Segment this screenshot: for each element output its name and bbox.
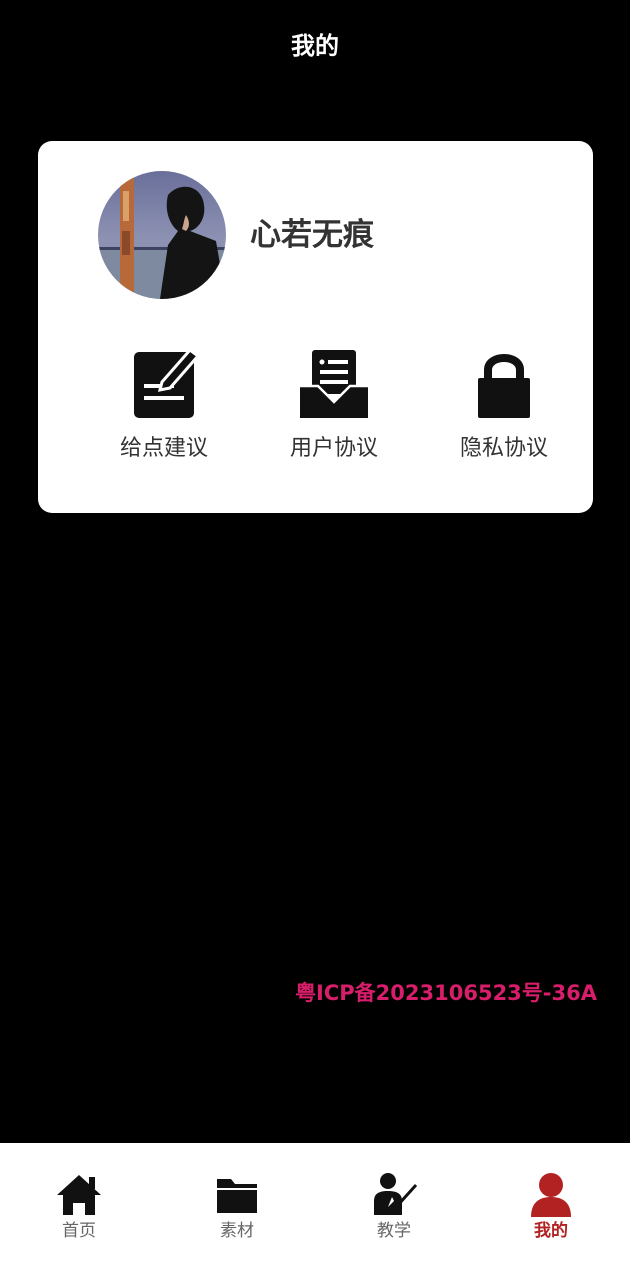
icp-license-text[interactable]: 粤ICP备2023106523号-36A — [295, 978, 597, 1008]
user-icon — [527, 1171, 575, 1217]
teacher-icon — [370, 1171, 418, 1217]
tab-home[interactable]: 首页 — [19, 1171, 139, 1251]
avatar-photo-icon — [98, 171, 226, 299]
tab-materials-label: 素材 — [220, 1221, 254, 1241]
tab-teaching-label: 教学 — [377, 1221, 411, 1241]
tab-home-label: 首页 — [62, 1221, 96, 1241]
avatar[interactable] — [98, 171, 226, 299]
username: 心若无痕 — [250, 217, 374, 253]
bottom-tab-bar: 首页 素材 教学 我的 — [0, 1143, 630, 1280]
inbox-document-icon — [298, 346, 370, 420]
home-icon — [55, 1171, 103, 1217]
feedback-label: 给点建议 — [119, 436, 208, 461]
tab-materials[interactable]: 素材 — [177, 1171, 297, 1251]
edit-note-icon — [128, 346, 200, 420]
lock-icon — [468, 346, 540, 420]
folder-icon — [213, 1171, 261, 1217]
user-agreement-menu-item[interactable]: 用户协议 — [264, 346, 404, 466]
privacy-agreement-menu-item[interactable]: 隐私协议 — [434, 346, 574, 466]
privacy-agreement-label: 隐私协议 — [459, 436, 548, 461]
page-title: 我的 — [291, 32, 339, 60]
user-agreement-label: 用户协议 — [289, 436, 378, 461]
tab-mine-label: 我的 — [534, 1221, 568, 1241]
tab-mine[interactable]: 我的 — [491, 1171, 611, 1251]
profile-card: 心若无痕 给点建议 用户协议 隐私协议 — [38, 141, 593, 513]
feedback-menu-item[interactable]: 给点建议 — [94, 346, 234, 466]
tab-teaching[interactable]: 教学 — [334, 1171, 454, 1251]
